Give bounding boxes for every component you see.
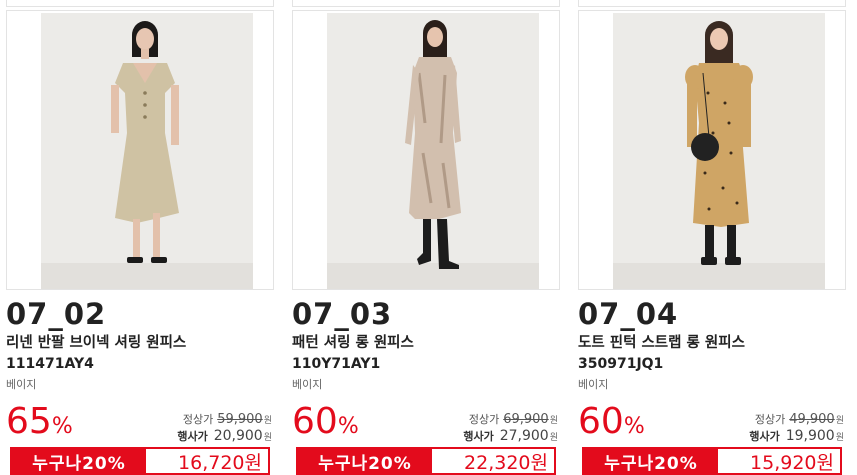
product-image-frame[interactable]: [292, 10, 560, 290]
regular-price-label: 정상가: [182, 413, 214, 426]
promo-price: 22,320원: [432, 449, 554, 474]
discount-rate: 60%: [578, 402, 645, 448]
promo-price: 15,920원: [718, 449, 840, 474]
product-name[interactable]: 패턴 셔링 롱 원피스: [292, 334, 414, 352]
product-code[interactable]: 07_04: [578, 298, 678, 330]
sale-price-value: 20,900: [213, 428, 263, 444]
discount-number: 60: [578, 401, 624, 442]
regular-price: 정상가 49,900원: [755, 411, 844, 427]
product-code[interactable]: 07_02: [6, 298, 106, 330]
discount-symbol: %: [623, 414, 645, 439]
currency-unit: 원: [835, 416, 844, 426]
product-card[interactable]: 07_04 도트 핀턱 스트랩 롱 원피스 350971JQ1 베이지 60% …: [578, 10, 846, 475]
discount-symbol: %: [337, 414, 359, 439]
currency-unit: 원: [549, 433, 558, 443]
currency-unit: 원: [263, 433, 272, 443]
product-image-frame[interactable]: [578, 10, 846, 290]
regular-price-value: 59,900: [217, 412, 263, 427]
sale-price-value: 19,900: [785, 428, 835, 444]
sale-price-label: 행사가: [463, 430, 494, 443]
prev-card-edge: [292, 0, 560, 7]
product-card[interactable]: 07_02 리넨 반팔 브이넥 셔링 원피스 111471AY4 베이지 65%…: [6, 10, 274, 475]
currency-unit: 원: [835, 433, 844, 443]
discount-symbol: %: [51, 414, 73, 439]
product-image[interactable]: [41, 13, 253, 289]
sale-price-label: 행사가: [177, 430, 208, 443]
product-sku: 111471AY4: [6, 356, 94, 372]
product-code[interactable]: 07_03: [292, 298, 392, 330]
product-name[interactable]: 리넨 반팔 브이넥 셔링 원피스: [6, 334, 186, 352]
product-color: 베이지: [292, 378, 323, 391]
product-card[interactable]: 07_03 패턴 셔링 롱 원피스 110Y71AY1 베이지 60% 정상가 6…: [292, 10, 560, 475]
product-name[interactable]: 도트 핀턱 스트랩 롱 원피스: [578, 334, 745, 352]
product-sku: 350971JQ1: [578, 356, 664, 372]
promo-price-box: 누구나20% 16,720원: [10, 447, 270, 475]
discount-number: 60: [292, 401, 338, 442]
sale-price-value: 27,900: [499, 428, 549, 444]
regular-price-value: 49,900: [789, 412, 835, 427]
regular-price-label: 정상가: [754, 413, 786, 426]
sale-price: 행사가 20,900원: [177, 428, 272, 444]
sale-price: 행사가 19,900원: [749, 428, 844, 444]
regular-price-label: 정상가: [468, 413, 500, 426]
promo-price-box: 누구나20% 15,920원: [582, 447, 842, 475]
promo-price: 16,720원: [146, 449, 268, 474]
currency-unit: 원: [263, 416, 272, 426]
sale-price-label: 행사가: [749, 430, 780, 443]
product-image[interactable]: [613, 13, 825, 289]
discount-number: 65: [6, 401, 52, 442]
discount-rate: 65%: [6, 402, 73, 448]
product-image-frame[interactable]: [6, 10, 274, 290]
prev-card-edge: [6, 0, 274, 7]
promo-label: 누구나20%: [298, 449, 432, 474]
prev-card-edge: [578, 0, 846, 7]
product-color: 베이지: [6, 378, 37, 391]
regular-price-value: 69,900: [503, 412, 549, 427]
promo-price-box: 누구나20% 22,320원: [296, 447, 556, 475]
product-image[interactable]: [327, 13, 539, 289]
product-sku: 110Y71AY1: [292, 356, 381, 372]
promo-label: 누구나20%: [12, 449, 146, 474]
discount-rate: 60%: [292, 402, 359, 448]
product-color: 베이지: [578, 378, 609, 391]
regular-price: 정상가 69,900원: [469, 411, 558, 427]
promo-label: 누구나20%: [584, 449, 718, 474]
currency-unit: 원: [549, 416, 558, 426]
sale-price: 행사가 27,900원: [463, 428, 558, 444]
regular-price: 정상가 59,900원: [183, 411, 272, 427]
